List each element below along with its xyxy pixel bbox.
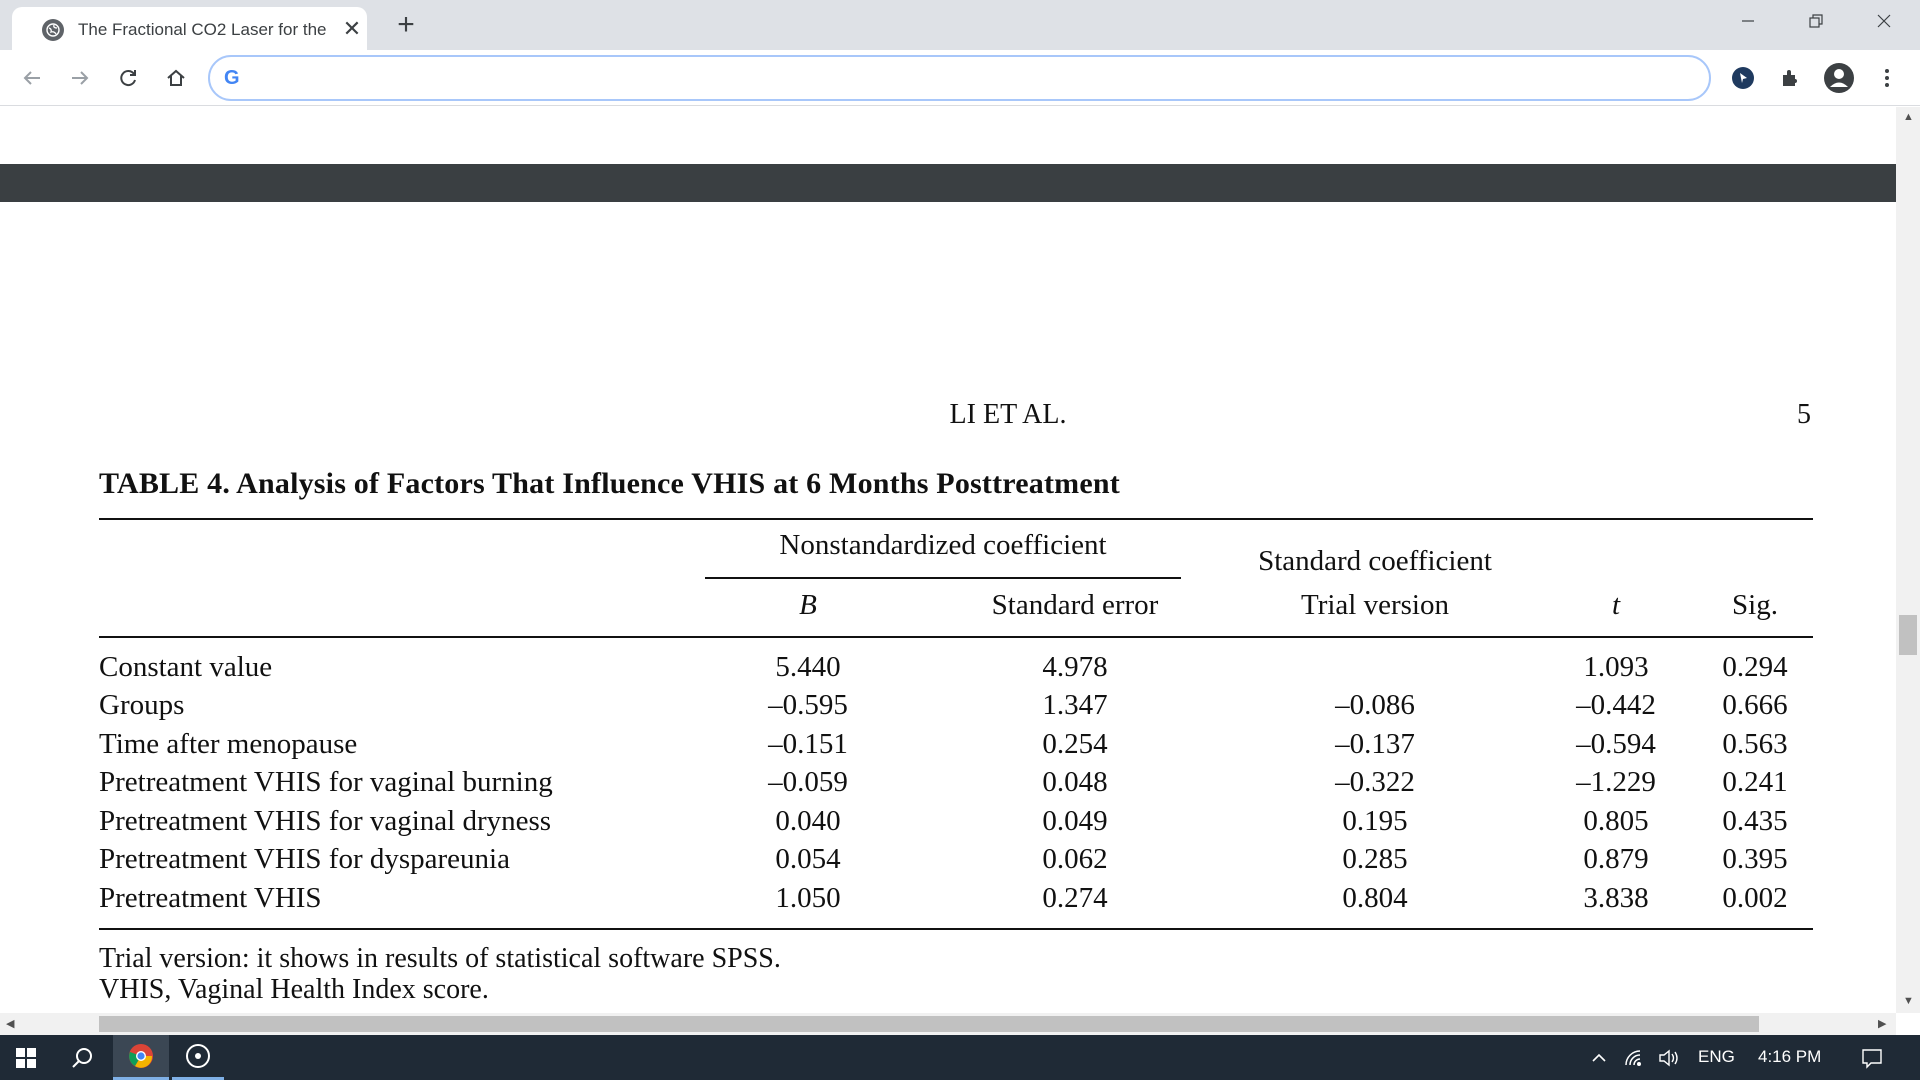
header-t: t xyxy=(1611,589,1621,621)
scroll-right-arrow-icon[interactable]: ▶ xyxy=(1878,1017,1886,1030)
cell-se: 0.048 xyxy=(1042,766,1108,798)
group-header-rule xyxy=(705,577,1181,579)
scroll-left-arrow-icon[interactable]: ◀ xyxy=(6,1017,14,1030)
running-head: LI ET AL. xyxy=(949,399,1067,430)
cell-se: 0.254 xyxy=(1042,728,1108,760)
horizontal-scrollbar[interactable]: ◀ ▶ xyxy=(0,1013,1896,1035)
windows-taskbar: ENG 4:16 PM xyxy=(0,1035,1920,1080)
close-tab-icon[interactable]: ✕ xyxy=(339,16,365,42)
wifi-icon[interactable] xyxy=(1620,1035,1650,1080)
cell-se: 0.062 xyxy=(1042,843,1108,875)
reload-icon[interactable] xyxy=(110,60,146,96)
back-arrow-icon[interactable] xyxy=(14,60,50,96)
cell-sig: 0.294 xyxy=(1722,651,1788,683)
clock-time[interactable]: 4:16 PM xyxy=(1758,1047,1821,1067)
cell-t: 0.805 xyxy=(1583,805,1649,837)
row-label: Pretreatment VHIS for dyspareunia xyxy=(99,843,510,875)
header-bottom-rule xyxy=(99,636,1813,638)
media-app-taskbar-icon[interactable] xyxy=(172,1035,224,1080)
cell-sig: 0.435 xyxy=(1722,805,1788,837)
google-icon: G xyxy=(224,67,240,89)
footnote-vhis: VHIS, Vaginal Health Index score. xyxy=(99,974,489,1005)
row-label: Constant value xyxy=(99,651,273,683)
cell-se: 0.049 xyxy=(1042,805,1108,837)
cell-t: 0.879 xyxy=(1583,843,1649,875)
row-label: Pretreatment VHIS for vaginal burning xyxy=(99,766,553,798)
windows-start-icon[interactable] xyxy=(0,1035,52,1080)
scroll-down-arrow-icon[interactable]: ▼ xyxy=(1903,995,1914,1007)
tab-title: The Fractional CO2 Laser for the xyxy=(78,20,327,39)
vertical-scroll-thumb[interactable] xyxy=(1899,615,1917,655)
chrome-taskbar-icon[interactable] xyxy=(113,1035,169,1080)
vertical-scrollbar[interactable]: ▲ ▼ xyxy=(1896,107,1920,1013)
cell-sig: 0.666 xyxy=(1722,689,1788,721)
cell-b: –0.059 xyxy=(768,766,848,798)
header-b: B xyxy=(799,589,817,621)
cell-b: 5.440 xyxy=(775,651,841,683)
row-label: Groups xyxy=(99,689,185,721)
cell-t: –1.229 xyxy=(1576,766,1656,798)
cell-se: 4.978 xyxy=(1042,651,1108,683)
speaker-icon[interactable] xyxy=(1654,1035,1684,1080)
cell-sig: 0.395 xyxy=(1722,843,1788,875)
scroll-up-arrow-icon[interactable]: ▲ xyxy=(1903,111,1914,123)
cell-se: 1.347 xyxy=(1042,689,1108,721)
page-number: 5 xyxy=(1797,399,1811,430)
cell-trial: –0.137 xyxy=(1335,728,1415,760)
tab-strip: The Fractional CO2 Laser for the ✕ + xyxy=(0,0,1920,50)
search-icon[interactable] xyxy=(56,1035,108,1080)
row-label: Pretreatment VHIS for vaginal dryness xyxy=(99,805,552,837)
menu-kebab-icon[interactable] xyxy=(1868,59,1906,97)
globe-icon xyxy=(42,19,64,41)
header-trial-version: Trial version xyxy=(1301,589,1449,621)
cell-trial: 0.804 xyxy=(1342,882,1408,914)
row-label: Pretreatment VHIS xyxy=(99,882,322,914)
notification-icon[interactable] xyxy=(1852,1035,1892,1080)
address-bar[interactable]: G xyxy=(208,55,1711,101)
new-tab-button[interactable]: + xyxy=(390,8,422,41)
home-icon[interactable] xyxy=(158,60,194,96)
cell-b: 1.050 xyxy=(775,882,841,914)
row-label: Time after menopause xyxy=(99,728,358,760)
chevron-up-icon[interactable] xyxy=(1584,1035,1614,1080)
restore-icon[interactable] xyxy=(1786,0,1846,42)
cell-t: 3.838 xyxy=(1583,882,1649,914)
browser-toolbar: G xyxy=(0,50,1920,106)
cell-t: –0.594 xyxy=(1576,728,1656,760)
cell-t: 1.093 xyxy=(1583,651,1649,683)
cell-trial: –0.322 xyxy=(1335,766,1415,798)
minimize-icon[interactable] xyxy=(1718,0,1778,42)
url-input[interactable] xyxy=(256,65,1676,91)
horizontal-scroll-thumb[interactable] xyxy=(99,1016,1759,1032)
header-nonstandardized: Nonstandardized coefficient xyxy=(779,529,1107,561)
cell-se: 0.274 xyxy=(1042,882,1108,914)
profile-avatar-icon[interactable] xyxy=(1820,59,1858,97)
cell-trial: 0.195 xyxy=(1342,805,1408,837)
footnote-trial-version: Trial version: it shows in results of st… xyxy=(99,943,781,974)
cell-t: –0.442 xyxy=(1576,689,1656,721)
cell-trial: 0.285 xyxy=(1342,843,1408,875)
extensions-puzzle-icon[interactable] xyxy=(1772,59,1810,97)
close-window-icon[interactable] xyxy=(1854,0,1914,42)
table-top-rule xyxy=(99,518,1813,520)
language-indicator[interactable]: ENG xyxy=(1698,1047,1735,1067)
cell-sig: 0.241 xyxy=(1722,766,1788,798)
extension-cursor-icon[interactable] xyxy=(1724,59,1762,97)
cell-b: –0.595 xyxy=(768,689,848,721)
viewer-toolbar-band xyxy=(0,164,1896,202)
header-sig: Sig. xyxy=(1732,589,1778,621)
table-title: TABLE 4. Analysis of Factors That Influe… xyxy=(99,467,1120,500)
table-bottom-rule xyxy=(99,928,1813,930)
cell-sig: 0.563 xyxy=(1722,728,1788,760)
page-viewport: LI ET AL. 5 TABLE 4. Analysis of Factors… xyxy=(0,107,1896,1013)
cell-b: 0.054 xyxy=(775,843,841,875)
cell-b: –0.151 xyxy=(768,728,848,760)
header-standard-error: Standard error xyxy=(991,589,1159,621)
header-standard-coefficient: Standard coefficient xyxy=(1258,545,1492,577)
cell-trial: –0.086 xyxy=(1335,689,1415,721)
cell-sig: 0.002 xyxy=(1722,882,1788,914)
cell-b: 0.040 xyxy=(775,805,841,837)
forward-arrow-icon[interactable] xyxy=(62,60,98,96)
browser-tab[interactable]: The Fractional CO2 Laser for the ✕ xyxy=(12,7,367,50)
